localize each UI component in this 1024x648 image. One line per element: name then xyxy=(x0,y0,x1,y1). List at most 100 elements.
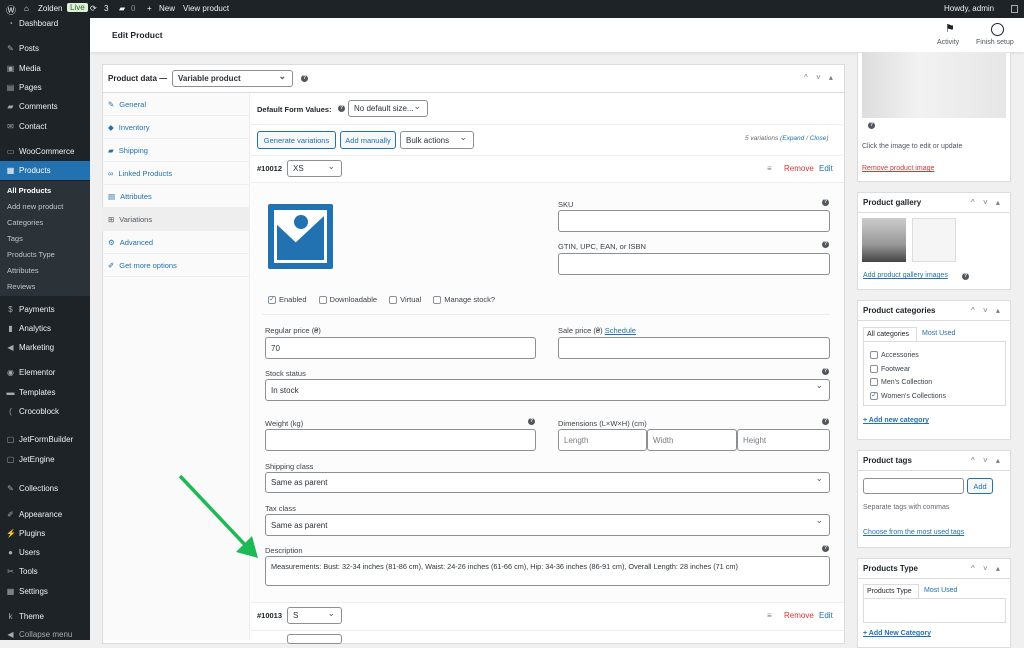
tab-get-more-options[interactable]: ✐ Get more options xyxy=(102,254,250,277)
sidebar-item-crocoblock[interactable]: (Crocoblock xyxy=(0,402,90,421)
stock-status-select[interactable]: In stock xyxy=(265,379,830,401)
sidebar-item-marketing[interactable]: ◀ Marketing xyxy=(0,338,90,357)
submenu-item[interactable]: Attributes xyxy=(7,266,39,275)
generate-variations-button[interactable]: Generate variations xyxy=(257,131,336,149)
sidebar-item-theme[interactable]: k Theme xyxy=(0,607,90,626)
regular-price-input[interactable]: 70 xyxy=(265,337,536,359)
product-type-select[interactable]: Variable product xyxy=(172,70,293,87)
gallery-thumbnail[interactable] xyxy=(862,218,906,262)
submenu-item[interactable]: Add new product xyxy=(7,202,63,211)
avatar[interactable] xyxy=(1011,5,1018,13)
variation-size-select[interactable]: S xyxy=(287,607,342,624)
category-checkbox[interactable]: Footwear xyxy=(870,364,910,373)
submenu-item[interactable]: Reviews xyxy=(7,282,35,291)
add-new-category-link[interactable]: + Add New Category xyxy=(863,630,931,637)
tab-linked-products[interactable]: ∞ Linked Products xyxy=(102,162,250,185)
sidebar-item-payments[interactable]: $ Payments xyxy=(0,300,90,319)
sidebar-item-collections[interactable]: ✎ Collections xyxy=(0,479,90,498)
tax-class-select[interactable]: Same as parent xyxy=(265,514,830,536)
submenu-item[interactable]: Tags xyxy=(7,234,23,243)
sidebar-item-media[interactable]: ▣ Media xyxy=(0,59,90,78)
flag-icon[interactable]: ⚑ xyxy=(945,22,955,35)
add-category-link[interactable]: + Add new category xyxy=(863,417,929,424)
schedule-link[interactable]: Schedule xyxy=(605,326,636,335)
category-checkbox[interactable]: ✓ Women's Collections xyxy=(870,391,946,400)
box-controls[interactable]: ^ ˅ ▴ xyxy=(971,306,1003,315)
add-manually-button[interactable]: Add manually xyxy=(340,131,396,149)
view-product-link[interactable]: View product xyxy=(183,4,229,13)
submenu-item[interactable]: Categories xyxy=(7,218,43,227)
bulk-actions-select[interactable]: Bulk actions xyxy=(400,131,474,149)
sale-price-input[interactable] xyxy=(558,337,830,359)
sidebar-item-jetformbuilder[interactable]: ▢ JetFormBuilder xyxy=(0,430,90,449)
box-controls[interactable]: ^ ˅ ▴ xyxy=(804,73,836,82)
sidebar-item-comments[interactable]: ▰ Comments xyxy=(0,97,90,116)
submenu-item[interactable]: Products Type xyxy=(7,250,55,259)
howdy-link[interactable]: Howdy, admin xyxy=(944,4,994,13)
sidebar-item-jetengine[interactable]: ▢ JetEngine xyxy=(0,450,90,469)
activity-button[interactable]: Activity xyxy=(937,39,959,46)
sidebar-item-products[interactable]: ▦ Products xyxy=(0,161,90,180)
description-textarea[interactable]: Measurements: Bust: 32-34 inches (81-86 … xyxy=(265,556,830,586)
gtin-input[interactable] xyxy=(558,253,830,275)
variation-size-select[interactable] xyxy=(287,634,342,644)
tab-variations[interactable]: ⊞ Variations xyxy=(102,208,250,231)
tab-most-used[interactable]: Most Used xyxy=(924,587,957,594)
tab-most-used[interactable]: Most Used xyxy=(922,330,955,337)
tag-input[interactable] xyxy=(863,478,964,494)
variation-image-placeholder[interactable] xyxy=(268,204,333,269)
box-controls[interactable]: ^ ˅ ▴ xyxy=(971,198,1003,207)
manage-stock-checkbox[interactable]: Manage stock? xyxy=(433,295,495,305)
sidebar-item-templates[interactable]: ▬ Templates xyxy=(0,383,90,402)
gallery-thumbnail[interactable] xyxy=(912,218,956,262)
box-controls[interactable]: ^ ˅ ▴ xyxy=(971,564,1003,573)
sidebar-item-plugins[interactable]: ⚡ Plugins xyxy=(0,524,90,543)
default-size-select[interactable]: No default size... xyxy=(348,100,428,117)
add-tag-button[interactable]: Add xyxy=(967,478,993,494)
drag-handle-icon[interactable]: ≡ xyxy=(767,164,772,173)
close-link[interactable]: Close xyxy=(810,135,827,142)
shipping-class-select[interactable]: Same as parent xyxy=(265,472,830,493)
sku-input[interactable] xyxy=(558,210,830,232)
remove-variation-link[interactable]: Remove xyxy=(784,611,814,620)
product-image[interactable] xyxy=(862,52,1006,118)
enabled-checkbox[interactable]: ✓ Enabled xyxy=(268,295,307,305)
tab-all-categories[interactable]: All categories xyxy=(863,327,917,342)
new-link[interactable]: New xyxy=(159,4,175,13)
sidebar-item-dashboard[interactable]: ◔ Dashboard xyxy=(0,14,90,33)
tab-attributes[interactable]: ▤ Attributes xyxy=(102,185,250,208)
sidebar-item-contact[interactable]: ✉ Contact xyxy=(0,117,90,136)
sidebar-item-analytics[interactable]: ▮ Analytics xyxy=(0,319,90,338)
category-checkbox[interactable]: Accessories xyxy=(870,351,919,359)
comments-count[interactable]: 0 xyxy=(131,4,135,13)
updates-count[interactable]: 3 xyxy=(104,4,108,13)
tab-inventory[interactable]: ◆ Inventory xyxy=(102,116,250,139)
sidebar-item-posts[interactable]: ✎ Posts xyxy=(0,39,90,58)
length-input[interactable]: Length xyxy=(558,429,647,451)
sidebar-item-elementor[interactable]: ◉ Elementor xyxy=(0,363,90,382)
virtual-checkbox[interactable]: Virtual xyxy=(389,295,421,305)
updates-icon[interactable]: ⟳ xyxy=(90,4,97,13)
height-input[interactable]: Height xyxy=(737,429,830,451)
drag-handle-icon[interactable]: ≡ xyxy=(767,611,772,620)
choose-tags-link[interactable]: Choose from the most used tags xyxy=(863,529,964,536)
sidebar-item-collapse-menu[interactable]: ◀ Collapse menu xyxy=(0,625,90,644)
remove-variation-link[interactable]: Remove xyxy=(784,164,814,173)
width-input[interactable]: Width xyxy=(647,429,737,451)
comments-icon[interactable]: ▰ xyxy=(119,4,125,13)
sidebar-item-appearance[interactable]: ✐ Appearance xyxy=(0,505,90,524)
box-controls[interactable]: ^ ˅ ▴ xyxy=(971,456,1003,465)
tab-products-type[interactable]: Products Type xyxy=(863,584,919,599)
tab-advanced[interactable]: ⚙ Advanced xyxy=(102,231,250,254)
category-checkbox[interactable]: Men's Collection xyxy=(870,378,932,386)
tab-shipping[interactable]: ▰ Shipping xyxy=(102,139,250,162)
weight-input[interactable] xyxy=(265,429,536,451)
variation-size-select[interactable]: XS xyxy=(287,160,342,177)
site-name-link[interactable]: Zolden xyxy=(38,4,62,13)
downloadable-checkbox[interactable]: Downloadable xyxy=(318,295,377,305)
edit-variation-link[interactable]: Edit xyxy=(819,164,833,173)
edit-variation-link[interactable]: Edit xyxy=(819,611,833,620)
sidebar-item-users[interactable]: ● Users xyxy=(0,543,90,562)
sidebar-item-settings[interactable]: ▦ Settings xyxy=(0,582,90,601)
sidebar-item-woocommerce[interactable]: ▭ WooCommerce xyxy=(0,142,90,161)
